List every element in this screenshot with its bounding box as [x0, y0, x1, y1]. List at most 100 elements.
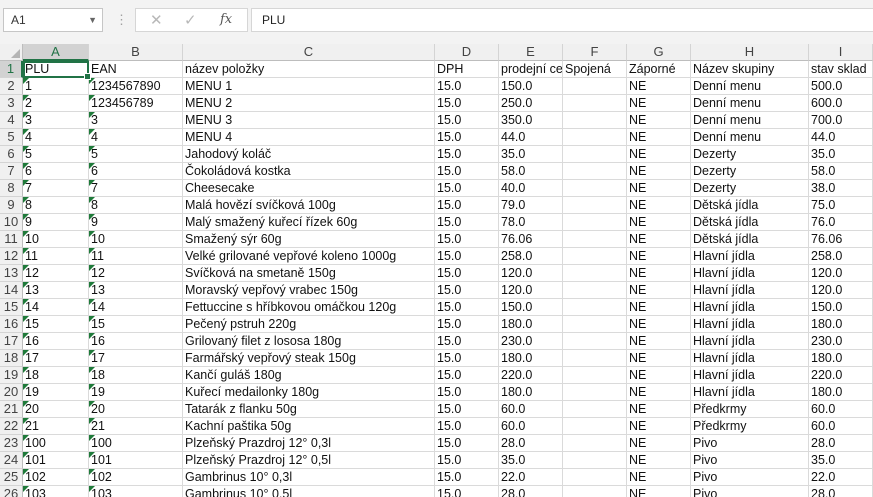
- cell-g6[interactable]: NE: [627, 146, 691, 163]
- cell-h3[interactable]: Denní menu: [691, 95, 809, 112]
- cell-d12[interactable]: 15.0: [435, 248, 499, 265]
- cell-i16[interactable]: 180.0: [809, 316, 873, 333]
- cell-a9[interactable]: 8: [23, 197, 89, 214]
- cell-c14[interactable]: Moravský vepřový vrabec 150g: [183, 282, 435, 299]
- cell-f18[interactable]: [563, 350, 627, 367]
- column-header-i[interactable]: I: [809, 44, 873, 61]
- cell-a14[interactable]: 13: [23, 282, 89, 299]
- cell-h23[interactable]: Pivo: [691, 435, 809, 452]
- cell-c17[interactable]: Grilovaný filet z lososa 180g: [183, 333, 435, 350]
- cell-b24[interactable]: 101: [89, 452, 183, 469]
- cell-b9[interactable]: 8: [89, 197, 183, 214]
- cell-f26[interactable]: [563, 486, 627, 497]
- cell-b15[interactable]: 14: [89, 299, 183, 316]
- cell-b4[interactable]: 3: [89, 112, 183, 129]
- cell-b2[interactable]: 1234567890: [89, 78, 183, 95]
- cell-b19[interactable]: 18: [89, 367, 183, 384]
- row-header[interactable]: 5: [0, 129, 23, 146]
- cell-i9[interactable]: 75.0: [809, 197, 873, 214]
- cell-h22[interactable]: Předkrmy: [691, 418, 809, 435]
- cell-e5[interactable]: 44.0: [499, 129, 563, 146]
- cell-a20[interactable]: 19: [23, 384, 89, 401]
- cell-h4[interactable]: Denní menu: [691, 112, 809, 129]
- cell-i5[interactable]: 44.0: [809, 129, 873, 146]
- cell-g10[interactable]: NE: [627, 214, 691, 231]
- column-header-h[interactable]: H: [691, 44, 809, 61]
- cell-h5[interactable]: Denní menu: [691, 129, 809, 146]
- cell-b20[interactable]: 19: [89, 384, 183, 401]
- cell-c3[interactable]: MENU 2: [183, 95, 435, 112]
- cell-d26[interactable]: 15.0: [435, 486, 499, 497]
- cell-i17[interactable]: 230.0: [809, 333, 873, 350]
- cell-h17[interactable]: Hlavní jídla: [691, 333, 809, 350]
- cell-e12[interactable]: 258.0: [499, 248, 563, 265]
- cell-d21[interactable]: 15.0: [435, 401, 499, 418]
- cell-g7[interactable]: NE: [627, 163, 691, 180]
- cell-f24[interactable]: [563, 452, 627, 469]
- cell-f7[interactable]: [563, 163, 627, 180]
- cell-e10[interactable]: 78.0: [499, 214, 563, 231]
- cell-h12[interactable]: Hlavní jídla: [691, 248, 809, 265]
- row-header[interactable]: 13: [0, 265, 23, 282]
- cell-i7[interactable]: 58.0: [809, 163, 873, 180]
- cell-h2[interactable]: Denní menu: [691, 78, 809, 95]
- cell-e6[interactable]: 35.0: [499, 146, 563, 163]
- formula-input[interactable]: PLU: [251, 8, 873, 32]
- row-header[interactable]: 6: [0, 146, 23, 163]
- cell-c9[interactable]: Malá hovězí svíčková 100g: [183, 197, 435, 214]
- cell-h14[interactable]: Hlavní jídla: [691, 282, 809, 299]
- cell-h1[interactable]: Název skupiny: [691, 61, 809, 78]
- cell-g15[interactable]: NE: [627, 299, 691, 316]
- cell-d16[interactable]: 15.0: [435, 316, 499, 333]
- cell-e1[interactable]: prodejní cena: [499, 61, 563, 78]
- cell-e24[interactable]: 35.0: [499, 452, 563, 469]
- cell-a1[interactable]: PLU: [23, 61, 89, 78]
- cell-b7[interactable]: 6: [89, 163, 183, 180]
- cell-f12[interactable]: [563, 248, 627, 265]
- cell-g17[interactable]: NE: [627, 333, 691, 350]
- cell-d5[interactable]: 15.0: [435, 129, 499, 146]
- cell-d8[interactable]: 15.0: [435, 180, 499, 197]
- cell-c6[interactable]: Jahodový koláč: [183, 146, 435, 163]
- row-header[interactable]: 21: [0, 401, 23, 418]
- cell-i24[interactable]: 35.0: [809, 452, 873, 469]
- cell-d22[interactable]: 15.0: [435, 418, 499, 435]
- cell-d4[interactable]: 15.0: [435, 112, 499, 129]
- cell-a13[interactable]: 12: [23, 265, 89, 282]
- cell-f13[interactable]: [563, 265, 627, 282]
- row-header[interactable]: 23: [0, 435, 23, 452]
- cell-h13[interactable]: Hlavní jídla: [691, 265, 809, 282]
- row-header[interactable]: 11: [0, 231, 23, 248]
- cell-d3[interactable]: 15.0: [435, 95, 499, 112]
- column-header-e[interactable]: E: [499, 44, 563, 61]
- cell-f2[interactable]: [563, 78, 627, 95]
- cell-i25[interactable]: 22.0: [809, 469, 873, 486]
- row-header[interactable]: 9: [0, 197, 23, 214]
- cell-c12[interactable]: Velké grilované vepřové koleno 1000g: [183, 248, 435, 265]
- enter-check-icon[interactable]: ✓: [184, 11, 197, 29]
- cell-g3[interactable]: NE: [627, 95, 691, 112]
- cell-i3[interactable]: 600.0: [809, 95, 873, 112]
- row-header[interactable]: 10: [0, 214, 23, 231]
- cell-g22[interactable]: NE: [627, 418, 691, 435]
- cell-c5[interactable]: MENU 4: [183, 129, 435, 146]
- column-header-c[interactable]: C: [183, 44, 435, 61]
- cell-g26[interactable]: NE: [627, 486, 691, 497]
- cell-i15[interactable]: 150.0: [809, 299, 873, 316]
- cell-f21[interactable]: [563, 401, 627, 418]
- row-header[interactable]: 16: [0, 316, 23, 333]
- cell-e2[interactable]: 150.0: [499, 78, 563, 95]
- column-header-b[interactable]: B: [89, 44, 183, 61]
- column-header-d[interactable]: D: [435, 44, 499, 61]
- cell-c10[interactable]: Malý smažený kuřecí řízek 60g: [183, 214, 435, 231]
- cell-b10[interactable]: 9: [89, 214, 183, 231]
- cell-a24[interactable]: 101: [23, 452, 89, 469]
- row-header[interactable]: 18: [0, 350, 23, 367]
- cell-i23[interactable]: 28.0: [809, 435, 873, 452]
- cell-g1[interactable]: Záporné: [627, 61, 691, 78]
- cell-i13[interactable]: 120.0: [809, 265, 873, 282]
- cell-i12[interactable]: 258.0: [809, 248, 873, 265]
- cell-b14[interactable]: 13: [89, 282, 183, 299]
- cell-h18[interactable]: Hlavní jídla: [691, 350, 809, 367]
- cell-h9[interactable]: Dětská jídla: [691, 197, 809, 214]
